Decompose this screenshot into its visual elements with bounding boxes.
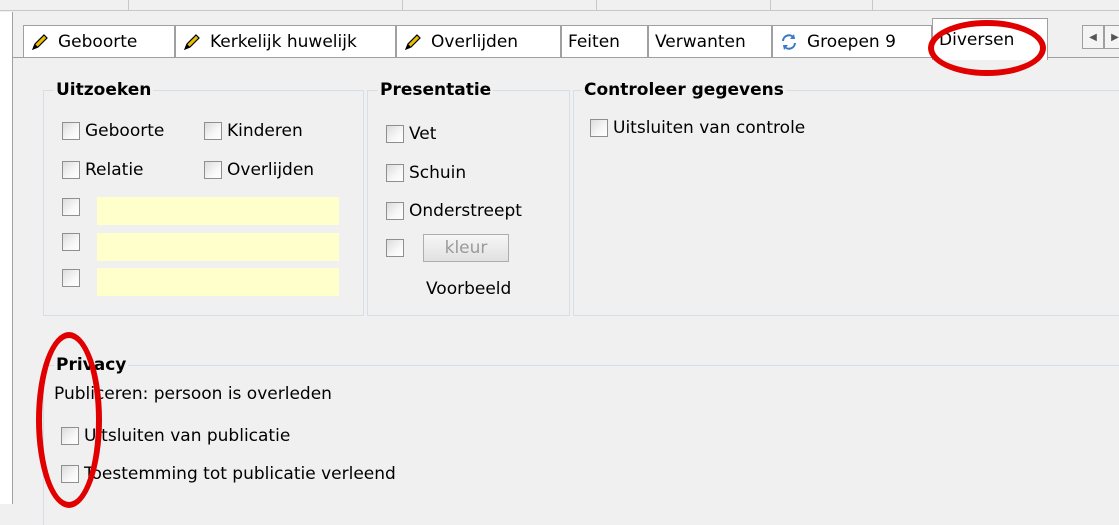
scroll-left-arrow-icon[interactable]: ◀ <box>1082 25 1104 49</box>
uitsluiten-controle-row[interactable]: Uitsluiten van controle <box>590 118 805 138</box>
tab-label: Kerkelijk huwelijk <box>210 31 357 52</box>
custom-checkbox-1[interactable] <box>62 198 80 216</box>
left-edge <box>0 12 13 504</box>
custom-search-field-1[interactable] <box>97 197 339 225</box>
custom-checkbox-row[interactable] <box>62 198 85 216</box>
presentatie-group: Presentatie Vet Schuin Onderstreept kleu… <box>367 80 570 316</box>
tab-groepen[interactable]: Groepen 9 <box>772 25 932 57</box>
onderstreept-checkbox-row[interactable]: Onderstreept <box>386 201 522 221</box>
pencil-icon <box>182 32 202 52</box>
tab-label: Verwanten <box>655 31 746 52</box>
toestemming-publicatie-label: Toestemming tot publicatie verleend <box>84 464 396 484</box>
custom-checkbox-row[interactable] <box>62 233 85 251</box>
controleer-gegevens-group: Controleer gegevens Uitsluiten van contr… <box>573 80 1119 316</box>
uitzoeken-legend: Uitzoeken <box>54 80 154 100</box>
kleur-checkbox[interactable] <box>386 239 404 257</box>
annotation-ellipse-checkboxes <box>36 332 102 508</box>
relatie-label: Relatie <box>85 160 144 180</box>
controleer-legend: Controleer gegevens <box>582 80 786 100</box>
window: Geboorte Kerkelijk huwelijk Overlijden F… <box>0 0 1119 525</box>
uitzoeken-group: Uitzoeken Geboorte Kinderen Relatie Over… <box>43 80 364 316</box>
custom-checkbox-3[interactable] <box>62 269 80 287</box>
tab-content-diversen: Uitzoeken Geboorte Kinderen Relatie Over… <box>13 58 1119 525</box>
toestemming-publicatie-row[interactable]: Toestemming tot publicatie verleend <box>61 464 396 484</box>
sync-arrows-icon <box>779 32 799 52</box>
schuin-label: Schuin <box>409 163 467 183</box>
uitsluiten-controle-label: Uitsluiten van controle <box>613 118 806 138</box>
tab-label: Overlijden <box>431 31 519 52</box>
vet-label: Vet <box>409 124 437 144</box>
kinderen-label: Kinderen <box>227 121 303 141</box>
presentatie-legend: Presentatie <box>378 80 494 100</box>
custom-search-field-3[interactable] <box>97 268 339 296</box>
custom-checkbox-2[interactable] <box>62 233 80 251</box>
tab-label: Geboorte <box>58 31 138 52</box>
onderstreept-label: Onderstreept <box>409 201 522 221</box>
tab-geboorte[interactable]: Geboorte <box>23 25 175 57</box>
pencil-icon <box>30 32 50 52</box>
relatie-checkbox[interactable] <box>62 161 80 179</box>
tab-feiten[interactable]: Feiten <box>561 25 648 57</box>
kleur-button[interactable]: kleur <box>423 234 509 262</box>
kleur-checkbox-row[interactable] <box>386 239 409 257</box>
schuin-checkbox[interactable] <box>386 164 404 182</box>
top-border <box>0 0 1119 12</box>
custom-checkbox-row[interactable] <box>62 269 85 287</box>
vet-checkbox-row[interactable]: Vet <box>386 124 436 144</box>
tab-label: Groepen 9 <box>807 31 896 52</box>
uitsluiten-controle-checkbox[interactable] <box>590 119 608 137</box>
relatie-checkbox-row[interactable]: Relatie <box>62 160 144 180</box>
voorbeeld-preview: Voorbeeld <box>426 279 512 299</box>
annotation-ellipse-tab <box>928 20 1046 76</box>
tab-kerkelijk-huwelijk[interactable]: Kerkelijk huwelijk <box>175 25 396 57</box>
scroll-right-arrow-icon[interactable]: ▶ <box>1104 25 1119 49</box>
tab-label: Feiten <box>568 31 620 52</box>
tab-overlijden[interactable]: Overlijden <box>396 25 561 57</box>
uitsluiten-publicatie-label: Uitsluiten van publicatie <box>84 426 291 446</box>
geboorte-checkbox-row[interactable]: Geboorte <box>62 121 164 141</box>
vet-checkbox[interactable] <box>386 125 404 143</box>
schuin-checkbox-row[interactable]: Schuin <box>386 163 466 183</box>
tab-verwanten[interactable]: Verwanten <box>648 25 772 57</box>
pencil-icon <box>403 32 423 52</box>
custom-search-field-2[interactable] <box>97 233 339 261</box>
geboorte-checkbox[interactable] <box>62 122 80 140</box>
overlijden-checkbox[interactable] <box>204 161 222 179</box>
kinderen-checkbox[interactable] <box>204 122 222 140</box>
overlijden-label: Overlijden <box>227 160 315 180</box>
overlijden-checkbox-row[interactable]: Overlijden <box>204 160 314 180</box>
kinderen-checkbox-row[interactable]: Kinderen <box>204 121 303 141</box>
geboorte-label: Geboorte <box>85 121 165 141</box>
tab-scroll-arrows: ◀ ▶ <box>1082 25 1119 49</box>
onderstreept-checkbox[interactable] <box>386 202 404 220</box>
